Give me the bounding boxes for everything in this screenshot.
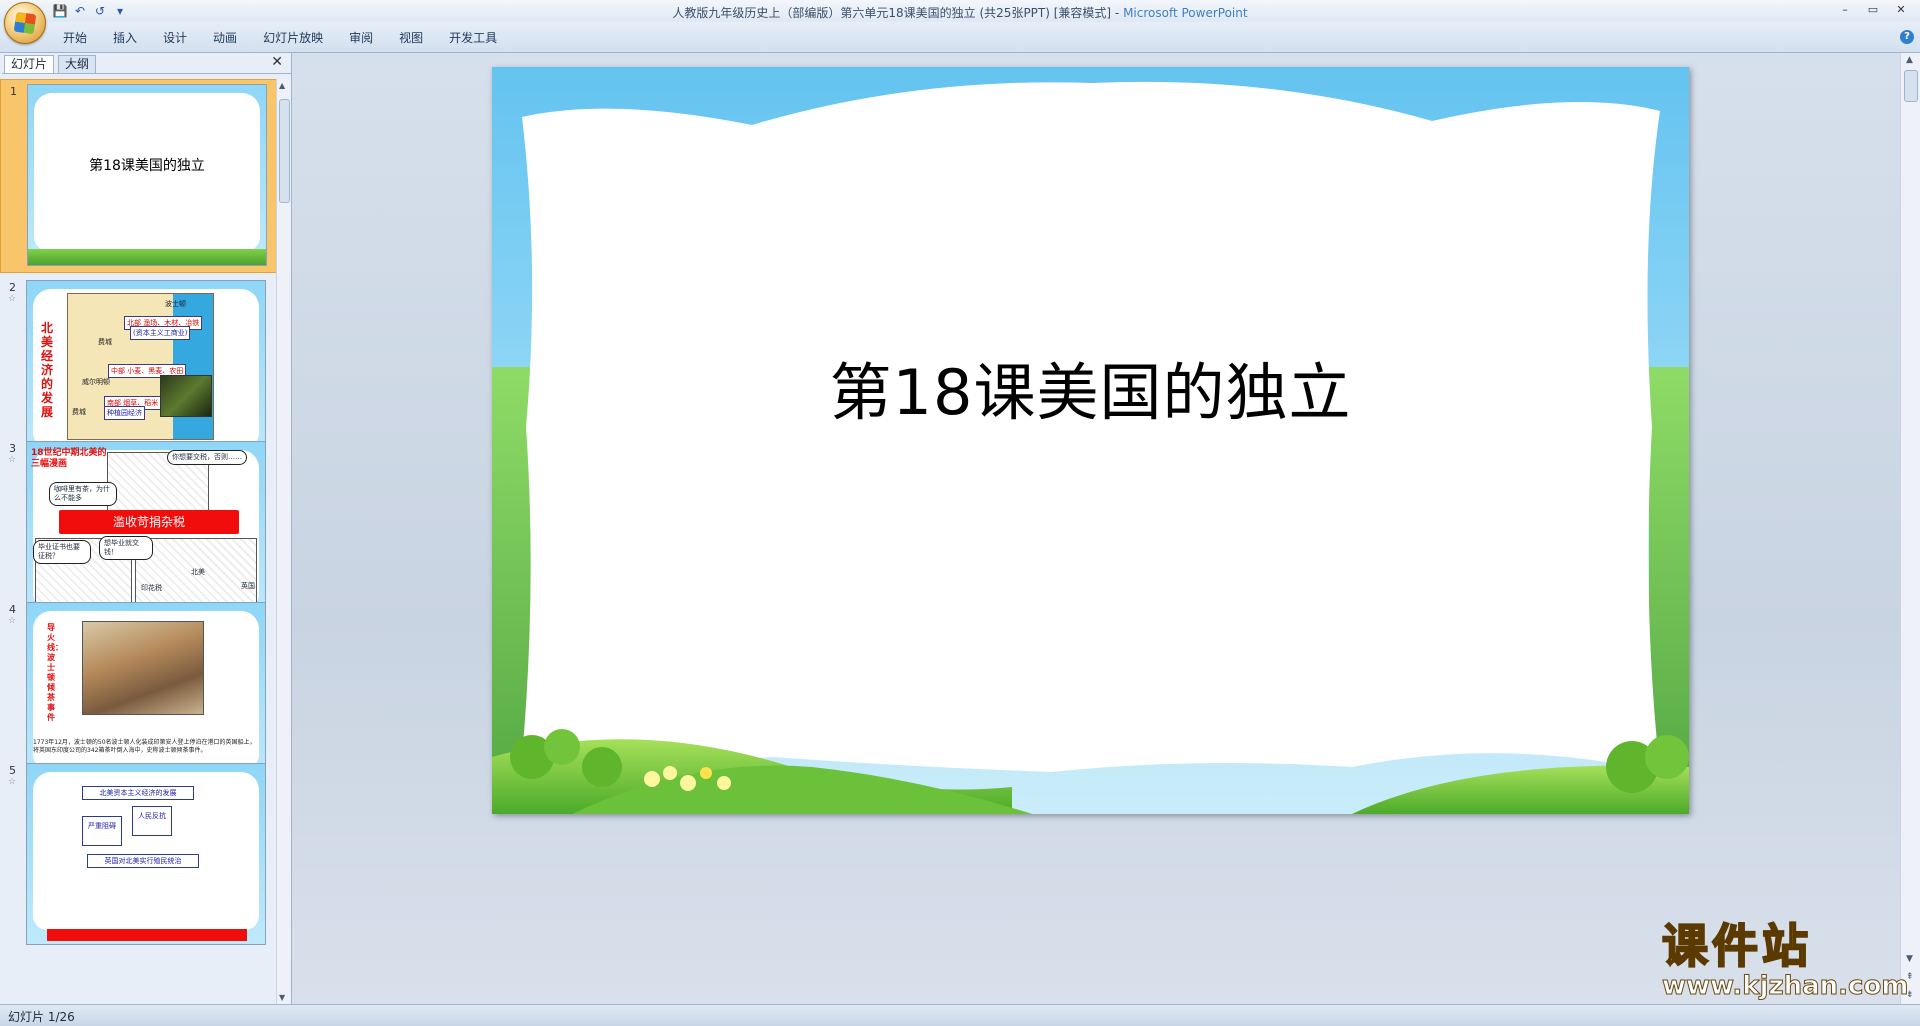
tab-slideshow[interactable]: 幻灯片放映 xyxy=(250,29,336,47)
grass-border xyxy=(28,249,266,265)
flow-box: 人民反抗 xyxy=(132,806,172,836)
map-label: 费城 xyxy=(98,338,112,346)
tab-animations[interactable]: 动画 xyxy=(200,29,250,47)
tab-design[interactable]: 设计 xyxy=(150,29,200,47)
thumbnail-canvas: 导火线：波士顿倾茶事件 1773年12月，波士顿的50名波士顿人化装成印第安人登… xyxy=(26,602,266,784)
thumbnail-canvas: 18世纪中期北美的三幅漫画 你想要交税，否则…… 咖啡里有茶，为什么不能多 滥收… xyxy=(26,441,266,623)
pane-close-icon[interactable]: ✕ xyxy=(271,54,283,70)
slides-pane: 幻灯片 大纲 ✕ 1 第18课美国的独立 2 ☆ 北美经济的发展 波士顿 北部 … xyxy=(0,53,292,1004)
pane-tabs: 幻灯片 大纲 ✕ xyxy=(2,53,291,74)
plantation-photo xyxy=(160,375,212,417)
slide-number: 4 xyxy=(9,603,16,616)
map-label: 费城 xyxy=(72,408,86,416)
slide-number: 1 xyxy=(10,85,17,98)
tab-review[interactable]: 审阅 xyxy=(336,29,386,47)
vertical-title: 北美经济的发展 xyxy=(41,321,54,419)
scroll-up-icon[interactable]: ▲ xyxy=(279,81,285,90)
flow-box: 英国对北美实行殖民统治 xyxy=(87,854,199,868)
watermark: 课件站 www.kjzhan.com xyxy=(1661,919,1909,1001)
vertical-title: 导火线：波士顿倾茶事件 xyxy=(47,623,63,722)
slide-title[interactable]: 第18课美国的独立 xyxy=(492,342,1689,432)
cartoon-caption: 北美 xyxy=(191,568,205,576)
thumbnail-canvas: 第18课美国的独立 xyxy=(27,84,267,266)
cartoon-caption: 印花税 xyxy=(141,584,162,592)
flow-box: 严重阻碍 xyxy=(82,816,122,846)
speech-bubble: 咖啡里有茶，为什么不能多 xyxy=(49,482,117,506)
slide-indicator: 幻灯片 1/26 xyxy=(8,1010,75,1024)
cartoon-title: 18世纪中期北美的三幅漫画 xyxy=(31,448,107,469)
flow-box: 北美资本主义经济的发展 xyxy=(82,786,194,800)
app-name: Microsoft PowerPoint xyxy=(1123,6,1248,20)
tab-insert[interactable]: 插入 xyxy=(100,29,150,47)
title-separator: - xyxy=(1111,6,1124,20)
slide-number: 2 xyxy=(9,281,16,294)
slide-thumbnails: 1 第18课美国的独立 2 ☆ 北美经济的发展 波士顿 北部 渔场、木材、冶铁 … xyxy=(0,79,277,1004)
window-title: 人教版九年级历史上（部编版）第六单元18课美国的独立 (共25张PPT) [兼容… xyxy=(0,4,1920,21)
office-button[interactable] xyxy=(4,2,46,44)
tab-slides[interactable]: 幻灯片 xyxy=(4,55,55,73)
scroll-thumb[interactable] xyxy=(279,99,290,203)
tab-view[interactable]: 视图 xyxy=(386,29,436,47)
slide-background xyxy=(492,81,1689,814)
map-label: 波士顿 xyxy=(165,300,186,308)
tax-banner: 滥收苛捐杂税 xyxy=(59,510,239,534)
scroll-thumb[interactable] xyxy=(1904,70,1918,102)
minimize-button[interactable]: – xyxy=(1832,2,1858,18)
slide-canvas[interactable]: 第18课美国的独立 xyxy=(492,67,1689,814)
animation-star-icon: ☆ xyxy=(8,455,17,465)
tea-party-painting xyxy=(82,621,204,715)
restore-button[interactable]: ▭ xyxy=(1860,2,1886,18)
event-description: 1773年12月，波士顿的50名波士顿人化装成印第安人登上停泊在港口的英国船上，… xyxy=(33,739,256,754)
window-controls: – ▭ ✕ xyxy=(1832,2,1914,18)
thumbnail-canvas: 北美经济的发展 波士顿 北部 渔场、木材、冶铁 (资本主义工商业) 费城 中部 … xyxy=(26,280,266,462)
map-label: 种植园经济 xyxy=(104,406,145,420)
slide-number: 5 xyxy=(9,764,16,777)
thumbnail-title: 第18课美国的独立 xyxy=(89,158,205,174)
status-bar: 幻灯片 1/26 xyxy=(0,1004,1920,1026)
watermark-url: www.kjzhan.com xyxy=(1662,971,1909,1001)
tab-outline[interactable]: 大纲 xyxy=(58,55,97,73)
speech-bubble: 想毕业就交钱！ xyxy=(99,536,153,560)
help-icon[interactable]: ? xyxy=(1900,30,1914,44)
animation-star-icon: ☆ xyxy=(8,777,17,787)
slide-thumbnail-1[interactable]: 1 第18课美国的独立 xyxy=(0,79,277,273)
tab-home[interactable]: 开始 xyxy=(50,29,100,47)
office-logo-icon xyxy=(13,11,37,35)
watermark-text: 课件站 xyxy=(1661,919,1812,973)
map-label: (资本主义工商业) xyxy=(130,326,191,340)
slide-editor: 第18课美国的独立 xyxy=(292,53,1901,1004)
title-bar: 💾 ↶ ↺ ▾ 人教版九年级历史上（部编版）第六单元18课美国的独立 (共25张… xyxy=(0,0,1920,22)
ribbon-tabs: 开始 插入 设计 动画 幻灯片放映 审阅 视图 开发工具 xyxy=(50,29,510,47)
close-button[interactable]: ✕ xyxy=(1888,2,1914,18)
tab-developer[interactable]: 开发工具 xyxy=(436,29,510,47)
slide-number: 3 xyxy=(9,442,16,455)
scroll-down-icon[interactable]: ▼ xyxy=(279,993,285,1002)
animation-star-icon: ☆ xyxy=(8,616,17,626)
editor-scrollbar[interactable]: ▲ ▼ ⇞ ⇟ xyxy=(1900,53,1920,1004)
red-banner xyxy=(47,929,247,941)
document-title: 人教版九年级历史上（部编版）第六单元18课美国的独立 (共25张PPT) [兼容… xyxy=(672,6,1112,20)
scroll-down-icon[interactable]: ▼ xyxy=(1906,954,1913,964)
animation-star-icon: ☆ xyxy=(8,294,17,304)
cartoon-caption: 英国 xyxy=(241,582,255,590)
thumbnail-canvas: 北美资本主义经济的发展 严重阻碍 人民反抗 英国对北美实行殖民统治 xyxy=(26,763,266,945)
ribbon: 开始 插入 设计 动画 幻灯片放映 审阅 视图 开发工具 ? xyxy=(0,22,1920,53)
map-label: 威尔明顿 xyxy=(82,378,110,386)
colonial-map: 波士顿 北部 渔场、木材、冶铁 (资本主义工商业) 费城 中部 小麦、黑麦、农田… xyxy=(67,293,214,440)
speech-bubble: 毕业证书也要征税？ xyxy=(33,540,91,564)
thumbnail-scrollbar[interactable]: ▲ ▼ xyxy=(276,79,291,1004)
slide-thumbnail-5[interactable]: 5 ☆ 北美资本主义经济的发展 严重阻碍 人民反抗 英国对北美实行殖民统治 xyxy=(0,759,277,953)
speech-bubble: 你想要交税，否则…… xyxy=(167,450,247,465)
scroll-up-icon[interactable]: ▲ xyxy=(1906,55,1913,65)
